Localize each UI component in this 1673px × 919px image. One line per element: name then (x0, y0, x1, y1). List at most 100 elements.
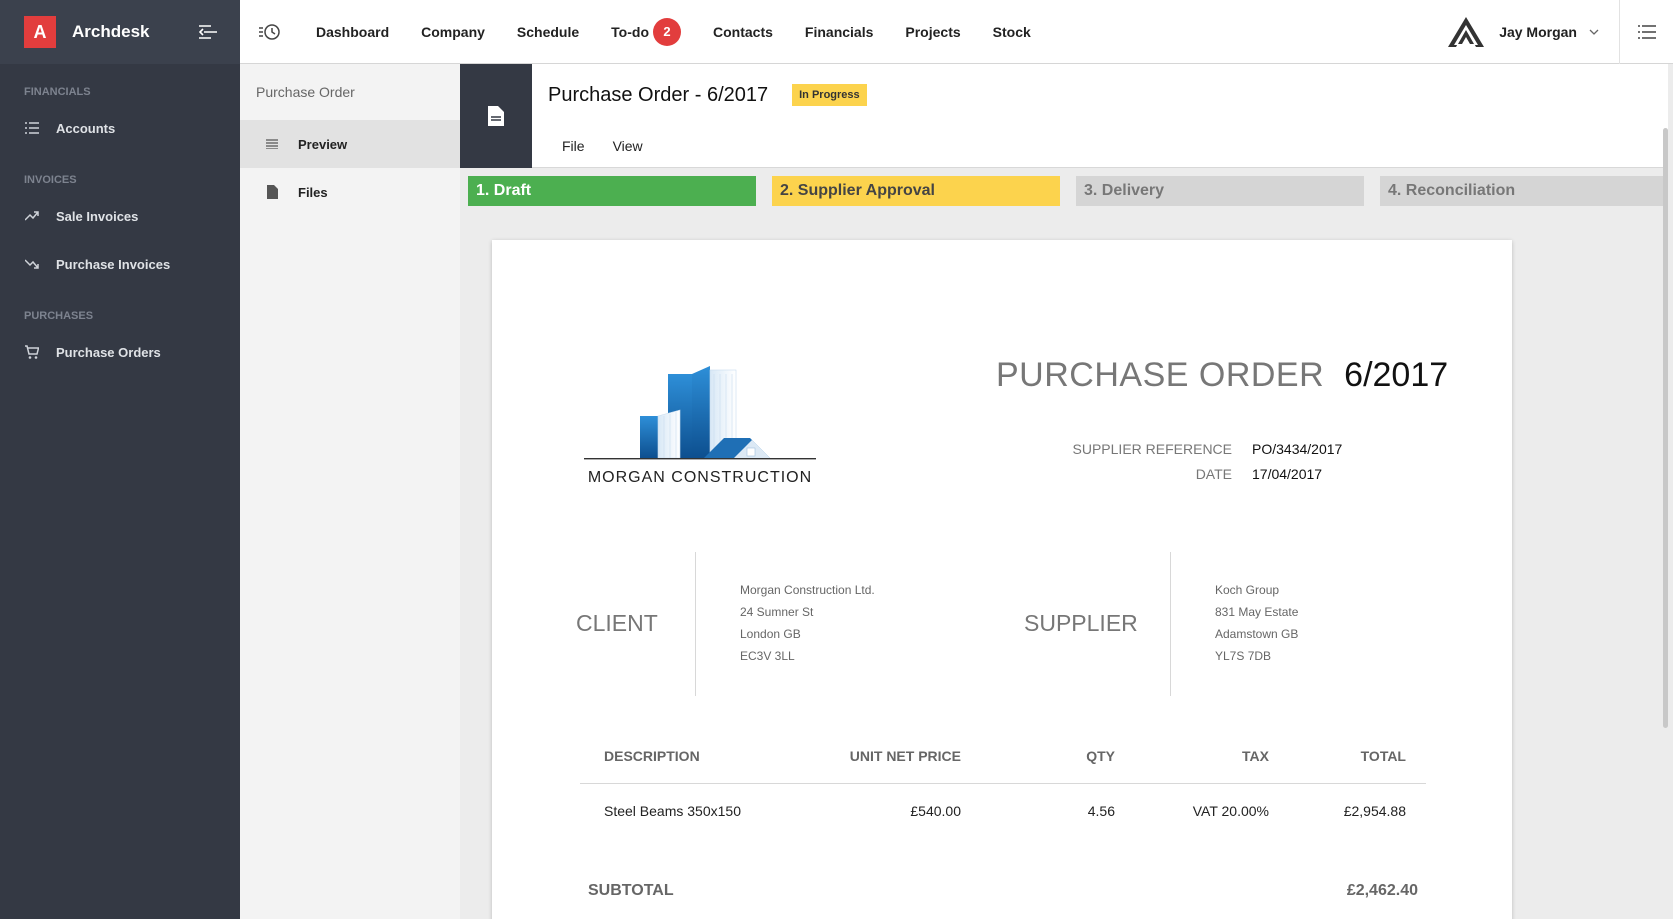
history-button[interactable] (240, 0, 300, 64)
address-line: London GB (740, 627, 801, 641)
menu-file[interactable]: File (548, 138, 599, 154)
subnav-item-label: Files (298, 184, 328, 200)
subnav-item-label: Preview (298, 136, 348, 152)
client-address: Morgan Construction Ltd. 24 Sumner St Lo… (740, 579, 875, 667)
subnav-item-files[interactable]: Files (240, 168, 460, 216)
brand-logo[interactable]: A (24, 16, 56, 48)
meta-value: PO/3434/2017 (1252, 440, 1343, 457)
address-line: 24 Sumner St (740, 605, 814, 619)
trending-down-icon (24, 256, 40, 272)
lines-icon (264, 139, 280, 149)
address-line: Morgan Construction Ltd. (740, 583, 875, 597)
document-menu: File View (548, 126, 1668, 166)
sidebar-item-sale-invoices[interactable]: Sale Invoices (0, 192, 240, 240)
nav-projects[interactable]: Projects (889, 0, 976, 64)
nav-financials[interactable]: Financials (789, 0, 889, 64)
col-unit-net-price: UNIT NET PRICE (849, 747, 961, 764)
history-icon (259, 23, 280, 40)
sidebar-item-purchase-invoices[interactable]: Purchase Invoices (0, 240, 240, 288)
cart-icon (24, 344, 40, 360)
col-qty: QTY (1086, 747, 1115, 764)
subtotal-row: SUBTOTAL £2,462.40 (588, 882, 1418, 900)
nav-schedule[interactable]: Schedule (501, 0, 595, 64)
sidebar-item-label: Purchase Invoices (56, 256, 171, 272)
sidebar-section-financials: FINANCIALS (24, 86, 91, 98)
sidebar-item-purchase-orders[interactable]: Purchase Orders (0, 328, 240, 376)
step-draft[interactable]: 1. Draft (468, 176, 756, 206)
scrollbar[interactable] (1663, 128, 1668, 728)
nav-todo[interactable]: To-do 2 (595, 0, 697, 64)
client-label: CLIENT (576, 610, 658, 636)
nav-company[interactable]: Company (405, 0, 501, 64)
document-icon (488, 106, 504, 126)
meta-key: SUPPLIER REFERENCE (1072, 440, 1232, 457)
document-type-box (460, 64, 532, 168)
subtotal-value: £2,462.40 (1346, 882, 1418, 899)
collapse-menu-icon (199, 25, 217, 39)
todo-count-badge: 2 (653, 17, 682, 46)
sidebar-item-accounts[interactable]: Accounts (0, 104, 240, 152)
cell-qty: 4.56 (1087, 803, 1115, 819)
document-header: Purchase Order - 6/2017 In Progress File… (460, 64, 1668, 168)
address-line: YL7S 7DB (1215, 649, 1272, 663)
subnav-item-preview[interactable]: Preview (240, 120, 460, 168)
collapse-sidebar-button[interactable] (188, 12, 228, 52)
meta-row-supplier-reference: SUPPLIER REFERENCE PO/3434/2017 (1072, 436, 1343, 461)
meta-value: 17/04/2017 (1252, 465, 1323, 482)
menu-list-icon (1637, 24, 1656, 39)
brand-bar: A Archdesk (0, 0, 240, 64)
po-number: 6/2017 (1344, 356, 1449, 394)
building-logo-icon (584, 366, 816, 460)
client-divider (695, 552, 696, 696)
supplier-label: SUPPLIER (1024, 610, 1138, 636)
trending-up-icon (24, 208, 40, 224)
table-row: Steel Beams 350x150 £540.00 4.56 VAT 20.… (580, 784, 1426, 838)
supplier-address: Koch Group 831 May Estate Adamstown GB Y… (1215, 579, 1298, 667)
nav-contacts[interactable]: Contacts (697, 0, 789, 64)
col-tax: TAX (1242, 747, 1269, 764)
po-heading: PURCHASE ORDER 6/2017 (996, 356, 1448, 395)
cell-tax: VAT 20.00% (1192, 803, 1269, 819)
list-icon (24, 120, 40, 136)
address-line: EC3V 3LL (740, 649, 795, 663)
step-delivery[interactable]: 3. Delivery (1076, 176, 1364, 206)
user-logo-icon (1448, 16, 1485, 47)
nav-dashboard[interactable]: Dashboard (300, 0, 405, 64)
address-line: Adamstown GB (1215, 627, 1299, 641)
sidebar-item-label: Accounts (56, 120, 116, 136)
menu-button[interactable] (1619, 0, 1673, 64)
document-subnav: Purchase Order Preview Files (240, 64, 460, 919)
sidebar: A Archdesk FINANCIALS Accounts INVOICES … (0, 0, 240, 919)
step-supplier-approval[interactable]: 2. Supplier Approval (772, 176, 1060, 206)
user-name: Jay Morgan (1499, 23, 1577, 40)
file-icon (264, 185, 280, 199)
main-content: Purchase Order - 6/2017 In Progress File… (460, 64, 1668, 919)
supplier-divider (1170, 552, 1171, 696)
po-heading-label: PURCHASE ORDER (996, 356, 1325, 394)
step-reconciliation[interactable]: 4. Reconciliation (1380, 176, 1668, 206)
cell-total: £2,954.88 (1343, 803, 1406, 819)
sidebar-item-label: Sale Invoices (56, 208, 139, 224)
po-meta: SUPPLIER REFERENCE PO/3434/2017 DATE 17/… (1072, 436, 1343, 486)
table-header: DESCRIPTION UNIT NET PRICE QTY TAX TOTAL (580, 728, 1426, 784)
sidebar-section-purchases: PURCHASES (24, 310, 94, 322)
company-name: MORGAN CONSTRUCTION (587, 469, 813, 486)
chevron-down-icon (1589, 29, 1599, 35)
user-menu[interactable]: Jay Morgan (1447, 0, 1619, 64)
nav-todo-label: To-do (611, 23, 650, 40)
company-logo: MORGAN CONSTRUCTION (584, 360, 816, 487)
address-line: Koch Group (1215, 583, 1280, 597)
meta-key: DATE (1195, 465, 1232, 482)
address-line: 831 May Estate (1215, 605, 1299, 619)
line-items-table: DESCRIPTION UNIT NET PRICE QTY TAX TOTAL… (580, 728, 1426, 838)
top-bar: Dashboard Company Schedule To-do 2 Conta… (240, 0, 1673, 64)
brand-name[interactable]: Archdesk (72, 22, 188, 42)
status-badge: In Progress (792, 84, 867, 106)
sidebar-section-invoices: INVOICES (24, 174, 77, 186)
col-total: TOTAL (1360, 747, 1406, 764)
menu-view[interactable]: View (599, 138, 657, 154)
cell-description: Steel Beams 350x150 (604, 803, 741, 819)
subtotal-label: SUBTOTAL (588, 882, 674, 899)
nav-stock[interactable]: Stock (977, 0, 1047, 64)
document-title: Purchase Order - 6/2017 (548, 83, 769, 106)
